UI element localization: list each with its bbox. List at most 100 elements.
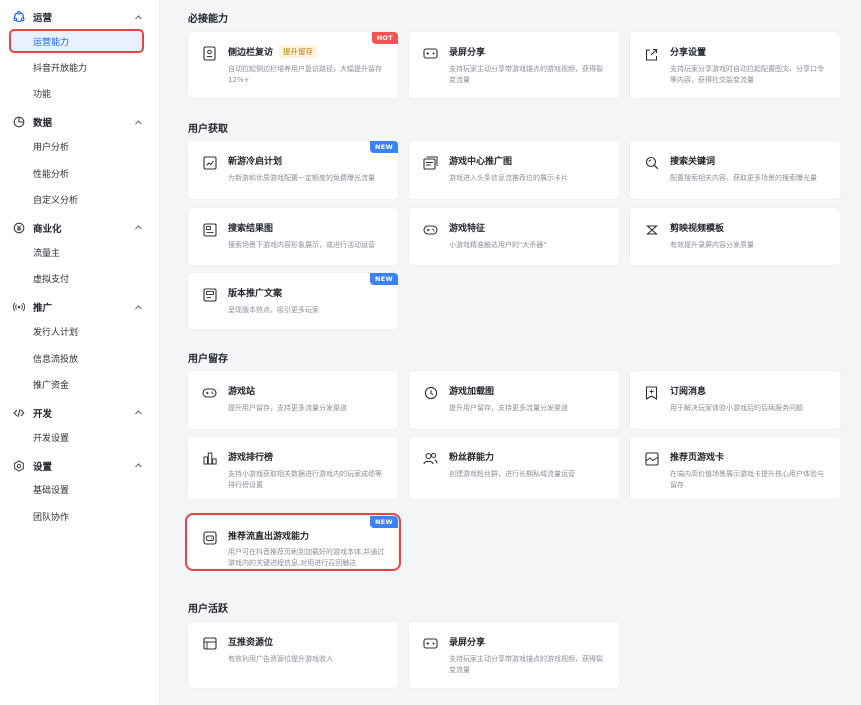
card-description: 提升用户留存，支持更多流量分发渠道 <box>228 404 347 412</box>
card-title-text: 录屏分享 <box>449 638 486 648</box>
operations-icon <box>13 11 25 23</box>
image-frame-icon <box>202 222 217 237</box>
feature-card-mutual-promo-slot[interactable]: 互推资源位 有效利用广告资源位提升游戏收入 <box>188 622 398 688</box>
feature-card-sidebar-revisit[interactable]: HOT 侧边栏复访 提升留存 自动拉起侧边栏培养用户复访路径，大幅提升留存12%… <box>188 32 398 98</box>
feature-card-capcut-template[interactable]: 剪映视频模板 有效提升录屏内容分发质量 <box>630 208 840 265</box>
sidebar-group-label: 设置 <box>33 461 53 473</box>
card-title-text: 粉丝群能力 <box>449 453 495 463</box>
card-title: 游戏中心推广图 <box>449 154 607 167</box>
sidebar-item-performance-analysis[interactable]: 性能分析 <box>10 160 143 187</box>
sidebar: 运营 运营能力 抖音开放能力 功能 数据 用户分析 性能分析 自定义分析 商业化… <box>0 0 160 705</box>
sidebar-group-label: 推广 <box>33 303 53 315</box>
sidebar-group-label: 运营 <box>33 13 53 24</box>
card-description: 配置搜索相关内容，获取更多场景的搜索曝光量 <box>670 174 817 182</box>
card-title: 分享设置 <box>670 45 828 58</box>
card-title: 推荐页游戏卡 <box>670 450 828 463</box>
chevron-up-icon <box>133 12 143 22</box>
card-description: 支持小游戏获取相关数据进行游戏内的玩家成绩等排行榜设置 <box>228 470 382 489</box>
card-title: 搜索结果图 <box>228 221 386 234</box>
feature-card-game-loading-image[interactable]: 游戏加载图 提升用户留存，支持更多流量分发渠道 <box>409 371 619 429</box>
card-title-text: 游戏中心推广图 <box>449 157 513 167</box>
screen-record-icon <box>423 636 438 651</box>
main-content: 必接能力 HOT 侧边栏复访 提升留存 自动拉起侧边栏培养用户复访路径，大幅提升… <box>160 0 861 705</box>
feature-card-game-features[interactable]: 游戏特征 小游戏精准触达用户的"大杀器" <box>409 208 619 265</box>
card-title-text: 订阅消息 <box>670 387 707 397</box>
card-title-text: 侧边栏复访 <box>228 48 274 58</box>
card-description: 用于解决玩家体验小游戏后的后续服务问题 <box>670 404 803 412</box>
card-description: 支持玩家主动分享带游戏锚点的游戏视频，获得裂变流量 <box>449 65 603 84</box>
feature-card-share-settings[interactable]: 分享设置 支持玩家分享游戏时自动拉起配置图文、分享口令等内容，获得社交裂变流量 <box>630 32 840 98</box>
card-title: 版本推广文案 <box>228 286 386 299</box>
feature-card-new-game-coldstart[interactable]: NEW 新游冷启计划 为新游和优质游戏配置一定额度的免费曝光流量 <box>188 141 398 199</box>
sidebar-group-settings[interactable]: 设置 <box>0 455 159 477</box>
card-description: 支持玩家分享游戏时自动拉起配置图文、分享口令等内容，获得社交裂变流量 <box>670 65 824 84</box>
feature-card-fan-group[interactable]: 粉丝群能力 创建游戏粉丝群，进行长期私域流量运营 <box>409 437 619 499</box>
card-description: 提升用户留存，支持更多流量分发渠道 <box>449 404 568 412</box>
feature-card-feed-direct-game[interactable]: NEW 推荐流直出游戏能力 用户可在抖音推荐页刷到加载好的游戏本体,并通过游戏内… <box>185 513 401 571</box>
section-title: 必接能力 <box>188 14 228 25</box>
bar-chart-icon <box>202 451 217 466</box>
feature-card-screen-record-share-active[interactable]: 录屏分享 支持玩家主动分享带游戏锚点的游戏视频，获得裂变流量 <box>409 622 619 688</box>
feature-card-game-leaderboard[interactable]: 游戏排行榜 支持小游戏获取相关数据进行游戏内的玩家成绩等排行榜设置 <box>188 437 398 499</box>
sidebar-item-user-analysis[interactable]: 用户分析 <box>10 133 143 160</box>
settings-icon <box>13 459 25 472</box>
image-card-icon <box>644 451 659 466</box>
sidebar-item-features[interactable]: 功能 <box>10 81 143 108</box>
card-title-text: 搜索关键词 <box>670 157 716 167</box>
image-stack-icon <box>423 155 438 170</box>
feature-card-game-center-banner[interactable]: 游戏中心推广图 游戏进入头条信息流推荐位的展示卡片 <box>409 141 619 199</box>
sidebar-item-promotion-funds[interactable]: 推广资金 <box>10 371 143 398</box>
sidebar-item-douyin-open-ability[interactable]: 抖音开放能力 <box>10 54 143 81</box>
card-description: 游戏进入头条信息流推荐位的展示卡片 <box>449 174 568 182</box>
sidebar-item-publisher-plan[interactable]: 发行人计划 <box>10 318 143 345</box>
card-title: 游戏排行榜 <box>228 450 386 463</box>
sidebar-group-development[interactable]: 开发 <box>0 402 159 424</box>
card-description: 搜索场景下游戏内容形象展示，或进行活动运营 <box>228 241 375 249</box>
code-icon <box>13 407 25 419</box>
card-title: 推荐流直出游戏能力 <box>228 529 386 542</box>
feature-card-search-result-image[interactable]: 搜索结果图 搜索场景下游戏内容形象展示，或进行活动运营 <box>188 208 398 265</box>
card-title-text: 录屏分享 <box>449 48 486 58</box>
card-title-text: 推荐页游戏卡 <box>670 453 725 463</box>
gamepad-icon <box>423 222 438 237</box>
sidebar-item-custom-analysis[interactable]: 自定义分析 <box>10 186 143 213</box>
sidebar-group-monetization[interactable]: 商业化 <box>0 217 159 239</box>
sidebar-item-basic-settings[interactable]: 基础设置 <box>10 477 143 504</box>
feature-card-game-station[interactable]: 游戏站 提升用户留存，支持更多流量分发渠道 <box>188 371 398 429</box>
card-description: 为新游和优质游戏配置一定额度的免费曝光流量 <box>228 174 375 182</box>
sidebar-group-label: 数据 <box>33 118 53 130</box>
card-description: 用户可在抖音推荐页刷到加载好的游戏本体,并通过游戏内的关键进程信息,对用进行召回… <box>228 548 385 567</box>
sidebar-revisit-icon <box>202 46 217 61</box>
sidebar-group-operations[interactable]: 运营 <box>0 6 159 28</box>
sidebar-item-feed-ads[interactable]: 信息流投放 <box>10 345 143 372</box>
wallet-icon <box>202 636 217 651</box>
chevron-up-icon <box>133 117 143 127</box>
card-title-text: 版本推广文案 <box>228 289 283 299</box>
sidebar-item-operations-ability[interactable]: 运营能力 <box>9 29 144 53</box>
feature-card-subscription-message[interactable]: 订阅消息 用于解决玩家体验小游戏后的后续服务问题 <box>630 371 840 429</box>
sidebar-group-promotion[interactable]: 推广 <box>0 296 159 318</box>
feature-card-search-keywords[interactable]: 搜索关键词 配置搜索相关内容，获取更多场景的搜索曝光量 <box>630 141 840 199</box>
card-title: 游戏加载图 <box>449 384 607 397</box>
sidebar-item-traffic-owner[interactable]: 流量主 <box>10 239 143 266</box>
new-badge: NEW <box>370 273 398 285</box>
card-title: 订阅消息 <box>670 384 828 397</box>
card-title-text: 新游冷启计划 <box>228 157 283 167</box>
card-title-text: 游戏特征 <box>449 224 486 234</box>
feature-card-screen-record-share[interactable]: 录屏分享 支持玩家主动分享带游戏锚点的游戏视频，获得裂变流量 <box>409 32 619 98</box>
sidebar-item-team-collab[interactable]: 团队协作 <box>10 503 143 530</box>
trend-chart-icon <box>202 155 217 170</box>
card-title-text: 分享设置 <box>670 48 707 58</box>
card-title: 剪映视频模板 <box>670 221 828 234</box>
card-title: 游戏特征 <box>449 221 607 234</box>
sidebar-group-data[interactable]: 数据 <box>0 111 159 133</box>
clock-icon <box>423 385 438 400</box>
card-title-text: 游戏排行榜 <box>228 453 274 463</box>
card-description: 小游戏精准触达用户的"大杀器" <box>449 241 547 249</box>
card-title: 粉丝群能力 <box>449 450 607 463</box>
feature-card-recommend-game-card[interactable]: 推荐页游戏卡 在端内高价值场景展示游戏卡提升核心用户体验与留存 <box>630 437 840 499</box>
broadcast-icon <box>13 301 25 313</box>
sidebar-item-dev-settings[interactable]: 开发设置 <box>10 424 143 451</box>
sidebar-item-virtual-payment[interactable]: 虚拟支付 <box>10 266 143 293</box>
feature-card-version-promo-copy[interactable]: NEW 版本推广文案 呈现版本热点，吸引更多玩家 <box>188 273 398 329</box>
